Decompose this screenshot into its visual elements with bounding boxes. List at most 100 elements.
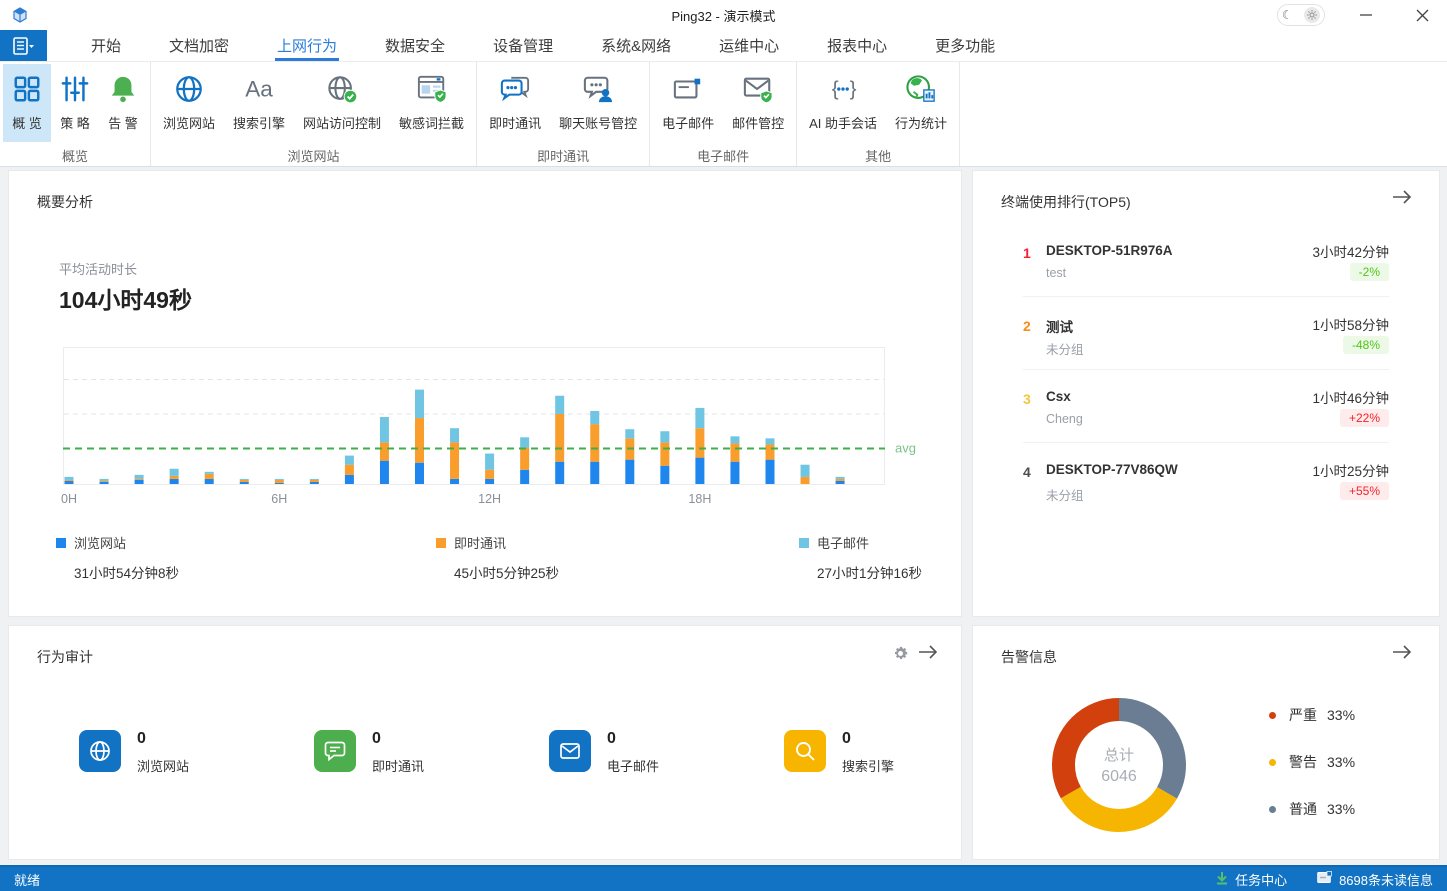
legend-item-email: 电子邮件 27小时1分钟16秒 — [799, 533, 922, 582]
legend-dot — [1269, 806, 1276, 813]
ribbon-item-policy[interactable]: 策 略 — [51, 64, 99, 142]
im-chat-icon — [499, 72, 531, 106]
ribbon-item-browse-website[interactable]: 浏览网站 — [154, 64, 224, 142]
audit-stat-search: 0 搜索引擎 — [784, 730, 1004, 778]
main-content: 概要分析 平均活动时长 104小时49秒 avg0H6H12H18H 浏览网站 … — [0, 167, 1447, 865]
legend-dot — [1269, 712, 1276, 719]
rank-number: 3 — [1023, 391, 1031, 407]
tab-report-center[interactable]: 报表中心 — [803, 30, 911, 61]
ribbon-item-im[interactable]: 即时通讯 — [480, 64, 550, 142]
audit-count: 0 — [137, 730, 146, 748]
donut-center-text: 总计 6046 — [1034, 680, 1204, 850]
mail-control-icon — [742, 72, 774, 106]
audit-count: 0 — [372, 730, 381, 748]
arrow-right-icon[interactable] — [917, 644, 939, 665]
terminal-name: DESKTOP-51R976A — [1046, 243, 1173, 258]
hourly-activity-bar-chart: avg0H6H12H18H — [53, 345, 941, 511]
web-access-control-icon — [326, 72, 358, 106]
tab-device-management[interactable]: 设备管理 — [469, 30, 577, 61]
arrow-right-icon[interactable] — [1391, 644, 1413, 665]
ribbon-item-mail-control[interactable]: 邮件管控 — [723, 64, 793, 142]
ribbon-item-web-access-control[interactable]: 网站访问控制 — [294, 64, 390, 142]
usage-time: 1小时58分钟 — [1312, 314, 1389, 334]
tab-doc-encryption[interactable]: 文档加密 — [145, 30, 253, 61]
trend-badge: +55% — [1340, 482, 1389, 500]
terminal-group: 未分组 — [1046, 339, 1084, 358]
terminal-name: 测试 — [1046, 316, 1073, 336]
ribbon-item-behavior-stats[interactable]: 行为统计 — [886, 64, 956, 142]
alerts-panel: 告警信息 总计 6046 严重 33% 警告 33% 普通 33% — [972, 625, 1440, 860]
ribbon-group-browse: 浏览网站 Aa 搜索引擎 网站访问控制 敏感词拦截 浏览网站 — [151, 62, 477, 166]
audit-count: 0 — [607, 730, 616, 748]
close-button[interactable] — [1407, 0, 1437, 30]
top5-list: 1 DESKTOP-51R976A test 3小时42分钟 -2% 2 测试 … — [1023, 235, 1389, 527]
app-menu-button[interactable] — [0, 30, 47, 61]
ribbon-item-alert[interactable]: 告 警 — [99, 64, 147, 142]
rank-number: 1 — [1023, 245, 1031, 261]
ai-assistant-braces-icon: {} — [826, 72, 860, 106]
audit-label: 搜索引擎 — [842, 756, 894, 775]
trend-badge: +22% — [1340, 409, 1389, 427]
terminal-name: DESKTOP-77V86QW — [1046, 462, 1178, 477]
theme-toggle[interactable]: ☾ — [1277, 4, 1325, 26]
minimize-button[interactable] — [1351, 0, 1381, 30]
ribbon-group-overview: 概 览 策 略 告 警 概览 — [0, 62, 151, 166]
ribbon-group-label: 其他 — [797, 142, 959, 165]
legend-dot — [1269, 759, 1276, 766]
titlebar: Ping32 - 演示模式 ☾ — [0, 0, 1447, 30]
ribbon-item-overview[interactable]: 概 览 — [3, 64, 51, 142]
menubar: 开始 文档加密 上网行为 数据安全 设备管理 系统&网络 运维中心 报表中心 更… — [0, 30, 1447, 62]
ribbon-item-chat-account-control[interactable]: 聊天账号管控 — [550, 64, 646, 142]
status-ready: 就绪 — [14, 870, 40, 889]
top5-row[interactable]: 1 DESKTOP-51R976A test 3小时42分钟 -2% — [1023, 235, 1389, 297]
top5-row[interactable]: 4 DESKTOP-77V86QW 未分组 1小时25分钟 +55% — [1023, 454, 1389, 527]
app-logo-icon — [12, 7, 28, 23]
rank-number: 4 — [1023, 464, 1031, 480]
ribbon-item-sensitive-word-block[interactable]: 敏感词拦截 — [390, 64, 473, 142]
terminal-name: Csx — [1046, 389, 1071, 404]
legend-row-warning: 警告 33% — [1269, 753, 1355, 771]
legend-swatch — [56, 538, 66, 548]
message-icon — [1317, 871, 1333, 887]
ribbon-item-ai-assistant[interactable]: {} AI 助手会话 — [800, 64, 886, 142]
sun-icon — [1304, 7, 1320, 23]
svg-text:0H: 0H — [61, 492, 77, 506]
ribbon-group-other: {} AI 助手会话 行为统计 其他 — [797, 62, 960, 166]
svg-text:18H: 18H — [688, 492, 711, 506]
search-icon — [784, 730, 826, 772]
tab-ops-center[interactable]: 运维中心 — [695, 30, 803, 61]
audit-count: 0 — [842, 730, 851, 748]
usage-time: 3小时42分钟 — [1312, 241, 1389, 261]
task-center-button[interactable]: 任务中心 — [1215, 870, 1287, 889]
audit-label: 电子邮件 — [607, 756, 659, 775]
menu-tabs: 开始 文档加密 上网行为 数据安全 设备管理 系统&网络 运维中心 报表中心 更… — [67, 30, 1019, 61]
ribbon-item-email[interactable]: 电子邮件 — [653, 64, 723, 142]
svg-text:6H: 6H — [271, 492, 287, 506]
ribbon-item-search-engine[interactable]: Aa 搜索引擎 — [224, 64, 294, 142]
tab-start[interactable]: 开始 — [67, 30, 145, 61]
download-icon — [1215, 871, 1229, 888]
top5-row[interactable]: 3 Csx Cheng 1小时46分钟 +22% — [1023, 381, 1389, 443]
unread-messages-button[interactable]: 8698条未读信息 — [1317, 870, 1433, 889]
gear-icon[interactable] — [892, 645, 909, 667]
tab-data-security[interactable]: 数据安全 — [361, 30, 469, 61]
top5-panel: 终端使用排行(TOP5) 1 DESKTOP-51R976A test 3小时4… — [972, 170, 1440, 617]
alerts-legend: 严重 33% 警告 33% 普通 33% — [1269, 706, 1355, 847]
mail-icon — [549, 730, 591, 772]
arrow-right-icon[interactable] — [1391, 189, 1413, 210]
svg-text:avg: avg — [895, 440, 916, 455]
overview-grid-icon — [12, 72, 42, 106]
tab-internet-behavior[interactable]: 上网行为 — [253, 30, 361, 61]
caret-down-icon — [29, 45, 34, 48]
tab-system-network[interactable]: 系统&网络 — [577, 30, 695, 61]
svg-text:Aa: Aa — [245, 77, 273, 102]
top5-panel-title: 终端使用排行(TOP5) — [1001, 192, 1131, 212]
legend-item-browse: 浏览网站 31小时54分钟8秒 — [56, 533, 179, 582]
moon-icon: ☾ — [1282, 8, 1293, 22]
audit-stat-im: 0 即时通讯 — [314, 730, 534, 778]
tab-more-features[interactable]: 更多功能 — [911, 30, 1019, 61]
overview-panel: 概要分析 平均活动时长 104小时49秒 avg0H6H12H18H 浏览网站 … — [8, 170, 962, 617]
ribbon-group-label: 概览 — [0, 142, 150, 165]
top5-row[interactable]: 2 测试 未分组 1小时58分钟 -48% — [1023, 308, 1389, 370]
trend-badge: -2% — [1350, 263, 1389, 281]
